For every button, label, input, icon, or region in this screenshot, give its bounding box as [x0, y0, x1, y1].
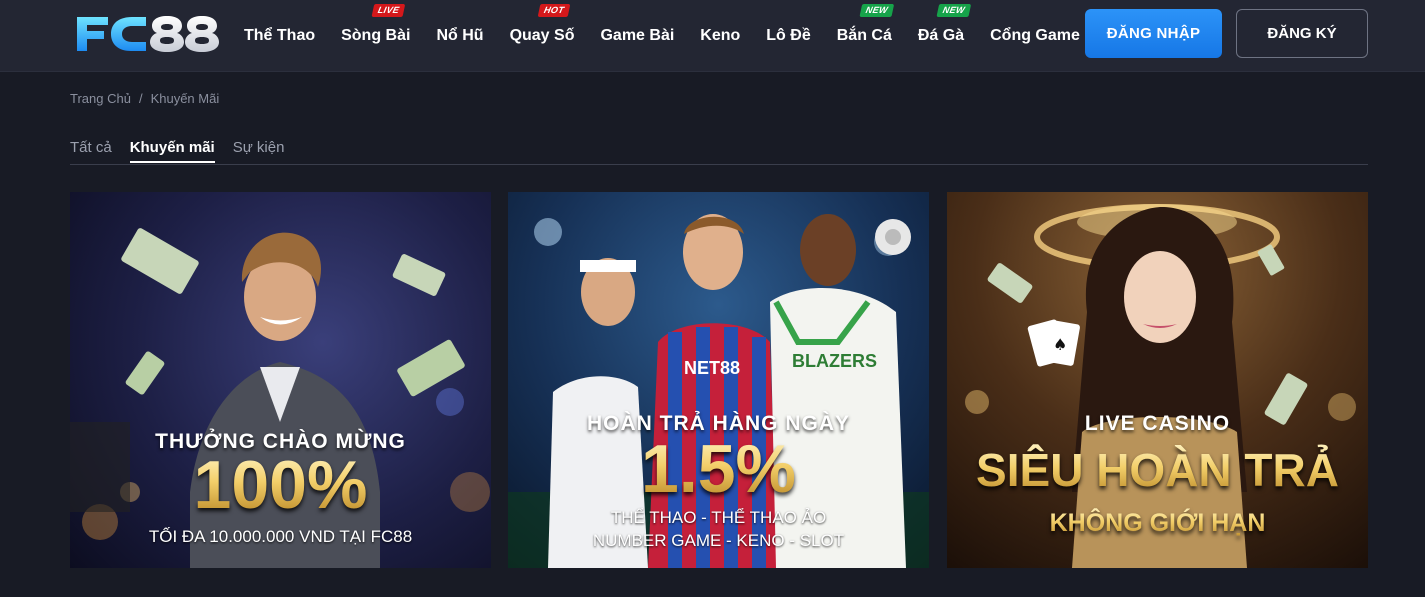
nav-item-da-ga[interactable]: NEW Đá Gà	[905, 0, 977, 72]
promo-card-live-casino[interactable]: ♠ LIVE CASINO SIÊU HOÀN TRẢ KHÔNG GIỚI H…	[947, 192, 1368, 568]
nav-label: Sòng Bài	[341, 27, 411, 44]
fc88-logo[interactable]	[74, 11, 220, 55]
promo-subtitle-2: NUMBER GAME - KENO - SLOT	[592, 531, 845, 550]
breadcrumb-separator: /	[138, 91, 143, 106]
nav-label: Lô Đề	[766, 27, 811, 44]
main-nav: Thể Thao LIVE Sòng Bài Nổ Hũ HOT Quay Số G…	[244, 0, 1093, 72]
register-button[interactable]: ĐĂNG KÝ	[1236, 9, 1368, 58]
nav-label: Quay Số	[509, 27, 575, 44]
breadcrumb-current: Khuyến Mãi	[150, 91, 220, 106]
nav-item-the-thao[interactable]: Thể Thao	[244, 0, 328, 72]
nav-label: Keno	[700, 27, 741, 44]
promo-card-welcome-bonus[interactable]: THƯỞNG CHÀO MỪNG 100% TỐI ĐA 10.000.000 …	[70, 192, 491, 568]
live-badge: LIVE	[371, 4, 406, 17]
svg-text:♠: ♠	[1053, 335, 1067, 354]
nav-item-keno[interactable]: Keno	[687, 0, 753, 72]
nav-label: Nổ Hũ	[436, 27, 484, 44]
promo-subtitle: TỐI ĐA 10.000.000 VND TẠI FC88	[148, 527, 413, 546]
nav-item-no-hu[interactable]: Nổ Hũ	[423, 0, 496, 72]
promo-subtitle: KHÔNG GIỚI HẠN	[947, 506, 1368, 540]
nav-label: Cổng Game	[990, 27, 1080, 44]
promo-big-value: 100%	[70, 450, 491, 520]
promo-card-daily-rebate[interactable]: NET88 BLAZERS HOÀN TRẢ HÀNG NGÀY 1.5% TH…	[508, 192, 929, 568]
nav-item-ban-ca[interactable]: NEW Bắn Cá	[824, 0, 905, 72]
nav-label: Đá Gà	[917, 27, 965, 44]
breadcrumb: Trang Chủ / Khuyến Mãi	[70, 91, 219, 106]
tab-promotions[interactable]: Khuyến mãi	[129, 136, 215, 163]
nav-item-song-bai[interactable]: LIVE Sòng Bài	[328, 0, 423, 72]
promo-tabs: Tất cả Khuyến mãi Sự kiện	[70, 136, 1368, 165]
nav-label: Thể Thao	[244, 27, 316, 44]
nav-item-quay-so[interactable]: HOT Quay Số	[497, 0, 588, 72]
login-button[interactable]: ĐĂNG NHẬP	[1085, 9, 1222, 58]
hot-badge: HOT	[537, 4, 571, 17]
tab-events[interactable]: Sự kiện	[233, 136, 285, 161]
nav-item-cong-game[interactable]: Cổng Game	[977, 0, 1093, 72]
nav-item-lo-de[interactable]: Lô Đề	[753, 0, 823, 72]
promo-big-value: 1.5%	[508, 434, 929, 504]
breadcrumb-home-link[interactable]: Trang Chủ	[70, 91, 131, 106]
nav-item-game-bai[interactable]: Game Bài	[587, 0, 687, 72]
jersey-team-text: BLAZERS	[792, 351, 877, 371]
fc88-logo-graphic	[77, 16, 219, 52]
tab-all[interactable]: Tất cả	[70, 136, 112, 161]
nav-label: Bắn Cá	[836, 27, 892, 44]
new-badge: NEW	[936, 4, 972, 17]
promo-headline: LIVE CASINO	[1084, 412, 1231, 435]
promo-big-value: SIÊU HOÀN TRẢ	[947, 442, 1368, 498]
new-badge: NEW	[859, 4, 895, 17]
nav-label: Game Bài	[600, 27, 675, 44]
top-header: Thể Thao LIVE Sòng Bài Nổ Hũ HOT Quay Số G…	[0, 0, 1425, 72]
jersey-sponsor-text: NET88	[684, 358, 740, 378]
promo-subtitle: THỂ THAO - THỂ THAO ẢO	[610, 508, 827, 527]
cash-bill-icon	[987, 263, 1033, 303]
